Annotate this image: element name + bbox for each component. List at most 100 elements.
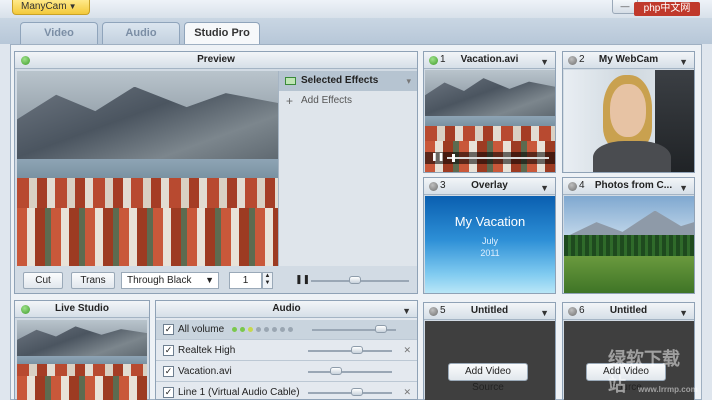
- effects-list: Selected Effects ▾ + Add Effects: [278, 71, 417, 266]
- cut-button[interactable]: Cut: [23, 272, 63, 289]
- inactive-dot-icon: [568, 307, 577, 316]
- audio-row-all: ✓ All volume: [156, 320, 417, 340]
- pause-icon[interactable]: ❚❚: [431, 152, 444, 161]
- inactive-dot-icon: [568, 56, 577, 65]
- source-num-5: 5: [440, 305, 446, 316]
- chevron-down-icon[interactable]: ▼: [679, 54, 688, 70]
- preview-video[interactable]: [17, 71, 278, 266]
- app-menu-label: ManyCam: [21, 1, 67, 12]
- live-studio-video[interactable]: [17, 320, 147, 400]
- inactive-dot-icon: [429, 182, 438, 191]
- audio-row-realtek: ✓ Realtek High ✕: [156, 341, 417, 361]
- vu-dot: [288, 327, 293, 332]
- playback-bar: ❚❚: [425, 152, 555, 164]
- close-button[interactable]: php中文网: [634, 2, 700, 16]
- preview-header: Preview: [15, 52, 417, 69]
- volume-slider[interactable]: [308, 392, 392, 394]
- chevron-down-icon[interactable]: ▼: [679, 305, 688, 321]
- chevron-down-icon[interactable]: ▼: [679, 180, 688, 196]
- volume-slider-thumb[interactable]: [351, 346, 364, 354]
- line1-checkbox[interactable]: ✓: [163, 387, 174, 398]
- preview-panel: Preview Selected Effects ▾ + Add Effects…: [14, 51, 418, 294]
- preview-controls: Cut Trans Through Black ▼ 1 ▲ ▼ ❚❚: [15, 268, 417, 292]
- live-studio-title: Live Studio: [55, 303, 109, 314]
- photos-video[interactable]: [564, 196, 694, 293]
- overlay-line-1: July: [481, 236, 498, 246]
- audio-row-label: Realtek High: [178, 345, 236, 356]
- vu-dot: [232, 327, 237, 332]
- audio-panel: Audio ▼ ✓ All volume ✓ Realtek High ✕ ✓ …: [155, 300, 418, 400]
- vu-dot: [264, 327, 269, 332]
- close-label: php中文网: [643, 3, 691, 14]
- chevron-down-icon[interactable]: ▼: [540, 180, 549, 196]
- source-title-5: Untitled: [470, 305, 509, 316]
- app-menu-button[interactable]: ManyCam ▼: [12, 0, 90, 15]
- empty-source-5: Add Video Source: [425, 321, 555, 400]
- collapse-icon[interactable]: ▾: [406, 71, 411, 91]
- realtek-checkbox[interactable]: ✓: [163, 345, 174, 356]
- chevron-down-icon: ▼: [68, 2, 77, 11]
- source-header-2: 2 My WebCam ▼: [563, 52, 694, 69]
- tab-audio[interactable]: Audio: [102, 22, 180, 44]
- minimize-icon: —: [620, 1, 630, 11]
- source-title-1: Vacation.avi: [460, 54, 519, 65]
- selected-effects-label: Selected Effects: [301, 75, 379, 86]
- remove-icon[interactable]: ✕: [403, 341, 411, 360]
- source-num-6: 6: [579, 305, 585, 316]
- audio-row-label: Line 1 (Virtual Audio Cable): [178, 387, 300, 398]
- plus-icon: +: [286, 94, 294, 108]
- empty-source-6: Add Video Source 绿软下载站 www.lrrmp.com: [564, 321, 698, 400]
- volume-slider[interactable]: [308, 371, 392, 373]
- vu-dot: [272, 327, 277, 332]
- volume-slider-thumb[interactable]: [329, 367, 342, 375]
- audio-header: Audio ▼: [156, 301, 417, 318]
- add-video-source-button[interactable]: Add Video Source: [448, 363, 528, 393]
- trans-button[interactable]: Trans: [71, 272, 115, 289]
- count-input[interactable]: 1: [229, 272, 262, 289]
- source-panel-1: 1 Vacation.avi ▼ ❚❚: [423, 51, 556, 173]
- add-effects-item[interactable]: + Add Effects: [279, 91, 417, 111]
- vacation-checkbox[interactable]: ✓: [163, 366, 174, 377]
- audio-row-vacation: ✓ Vacation.avi: [156, 362, 417, 382]
- webcam-video[interactable]: [564, 70, 694, 172]
- tab-video[interactable]: Video: [20, 22, 98, 44]
- source-header-5: 5 Untitled ▼: [424, 303, 555, 320]
- chevron-down-icon[interactable]: ▼: [540, 54, 549, 70]
- source-panel-6: 6 Untitled ▼ Add Video Source 绿软下载站 www.…: [562, 302, 698, 400]
- source-num-2: 2: [579, 54, 585, 65]
- selected-effects-item[interactable]: Selected Effects ▾: [279, 71, 417, 91]
- live-studio-header: Live Studio: [15, 301, 149, 318]
- playback-slider[interactable]: [447, 157, 549, 159]
- volume-slider[interactable]: [308, 350, 392, 352]
- source-title-2: My WebCam: [598, 54, 659, 65]
- audio-row-label: Vacation.avi: [178, 366, 232, 377]
- source-panel-5: 5 Untitled ▼ Add Video Source: [423, 302, 556, 400]
- watermark-url: www.lrrmp.com: [638, 385, 698, 394]
- remove-icon[interactable]: ✕: [403, 383, 411, 400]
- inactive-dot-icon: [429, 307, 438, 316]
- transition-select[interactable]: Through Black ▼: [121, 272, 219, 289]
- tab-strip: Video Audio Studio Pro: [0, 18, 712, 45]
- chevron-down-icon[interactable]: ▼: [402, 303, 411, 319]
- pause-icon[interactable]: ❚❚: [295, 274, 310, 285]
- source-panel-2: 2 My WebCam ▼: [562, 51, 695, 173]
- source-header-1: 1 Vacation.avi ▼: [424, 52, 555, 69]
- playback-thumb[interactable]: [452, 154, 456, 162]
- volume-slider-thumb[interactable]: [375, 325, 388, 333]
- all-volume-checkbox[interactable]: ✓: [163, 324, 174, 335]
- live-studio-panel: Live Studio: [14, 300, 150, 400]
- preview-title: Preview: [197, 54, 235, 65]
- add-effects-label: Add Effects: [301, 95, 352, 106]
- audio-title: Audio: [272, 303, 301, 314]
- volume-slider-thumb[interactable]: [351, 388, 364, 396]
- source-title-3: Overlay: [471, 180, 508, 191]
- status-dot-icon: [21, 56, 30, 65]
- count-stepper[interactable]: ▲ ▼: [262, 272, 273, 289]
- overlay-video[interactable]: My Vacation July 2011: [425, 196, 555, 293]
- source-header-3: 3 Overlay ▼: [424, 178, 555, 195]
- chevron-down-icon[interactable]: ▼: [540, 305, 549, 321]
- overlay-line-2: 2011: [480, 248, 500, 258]
- preview-slider-thumb[interactable]: [349, 276, 361, 284]
- tab-studio-pro[interactable]: Studio Pro: [184, 22, 260, 45]
- source-num-3: 3: [440, 180, 446, 191]
